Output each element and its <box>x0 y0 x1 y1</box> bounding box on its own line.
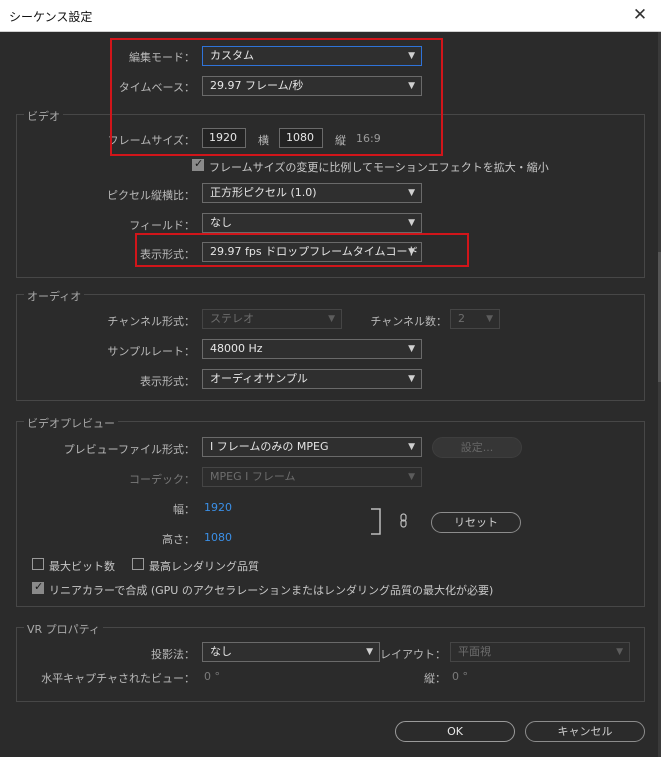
projection-select[interactable]: なし ▼ <box>202 642 380 662</box>
preview-file-format-select[interactable]: I フレームのみの MPEG ▼ <box>202 437 422 457</box>
projection-label: 投影法： <box>151 648 195 661</box>
linear-color-checkbox[interactable] <box>32 580 44 594</box>
codec-label: コーデック： <box>129 473 195 486</box>
chevron-down-icon: ▼ <box>408 188 415 198</box>
codec-select[interactable]: MPEG I フレーム ▼ <box>202 467 422 487</box>
fields-select[interactable]: なし ▼ <box>202 213 422 233</box>
sample-rate-select[interactable]: 48000 Hz ▼ <box>202 339 422 359</box>
channel-count-select[interactable]: 2 ▼ <box>450 309 500 329</box>
link-icon[interactable] <box>399 513 409 529</box>
max-bit-depth-checkbox[interactable] <box>32 558 44 570</box>
channel-count-label: チャンネル数： <box>370 315 447 328</box>
close-icon[interactable]: ✕ <box>629 4 651 26</box>
max-render-quality-checkbox[interactable] <box>132 558 144 570</box>
chevron-down-icon: ▼ <box>408 442 415 452</box>
chevron-down-icon: ▼ <box>408 344 415 354</box>
channel-count-value: 2 <box>458 312 465 325</box>
max-bit-depth-label: 最大ビット数 <box>49 560 115 573</box>
dialog-content: 編集モード： カスタム ▼ タイムベース： 29.97 フレーム/秒 ▼ ビデオ… <box>0 32 661 757</box>
audio-display-format-value: オーディオサンプル <box>210 372 308 385</box>
preview-file-format-label: プレビューファイル形式： <box>63 443 195 456</box>
reset-button[interactable]: リセット <box>431 512 521 533</box>
vr-properties-group <box>16 627 645 702</box>
settings-button[interactable]: 設定... <box>432 437 522 458</box>
layout-value: 平面視 <box>458 645 491 658</box>
chevron-down-icon: ▼ <box>328 314 335 324</box>
video-group-title: ビデオ <box>24 108 63 124</box>
vertical-capture-label: 縦： <box>424 672 446 685</box>
title-bar: シーケンス設定 ✕ <box>0 0 661 32</box>
pixel-aspect-label: ピクセル縦横比： <box>107 189 195 202</box>
fields-label: フィールド： <box>129 219 195 232</box>
codec-value: MPEG I フレーム <box>210 470 296 483</box>
vr-properties-group-title: VR プロパティ <box>24 621 104 637</box>
audio-group-title: オーディオ <box>24 288 85 304</box>
sample-rate-value: 48000 Hz <box>210 342 263 355</box>
linear-color-label: リニアカラーで合成 (GPU のアクセラレーションまたはレンダリング品質の最大化… <box>49 584 494 597</box>
preview-width-value[interactable]: 1920 <box>204 501 232 514</box>
ok-button[interactable]: OK <box>395 721 515 742</box>
max-render-quality-label: 最高レンダリング品質 <box>149 560 259 573</box>
preview-height-value[interactable]: 1080 <box>204 531 232 544</box>
horizontal-capture-value[interactable]: 0 ° <box>204 670 220 683</box>
channel-format-select[interactable]: ステレオ ▼ <box>202 309 342 329</box>
scale-motion-checkbox[interactable] <box>192 157 204 171</box>
bracket-icon <box>371 508 381 535</box>
preview-file-format-value: I フレームのみの MPEG <box>210 440 329 453</box>
chevron-down-icon: ▼ <box>408 218 415 228</box>
layout-select[interactable]: 平面視 ▼ <box>450 642 630 662</box>
channel-format-label: チャンネル形式： <box>107 315 195 328</box>
cancel-button[interactable]: キャンセル <box>525 721 645 742</box>
chevron-down-icon: ▼ <box>408 374 415 384</box>
preview-height-label: 高さ： <box>162 533 195 546</box>
highlight-box <box>110 38 443 156</box>
audio-display-format-select[interactable]: オーディオサンプル ▼ <box>202 369 422 389</box>
preview-width-label: 幅： <box>173 503 195 516</box>
layout-label: レイアウト： <box>380 648 446 661</box>
pixel-aspect-select[interactable]: 正方形ピクセル (1.0) ▼ <box>202 183 422 203</box>
channel-format-value: ステレオ <box>210 312 254 325</box>
vertical-capture-value[interactable]: 0 ° <box>452 670 468 683</box>
audio-display-format-label: 表示形式： <box>140 375 195 388</box>
sample-rate-label: サンプルレート： <box>107 345 195 358</box>
projection-value: なし <box>210 645 232 658</box>
highlight-box <box>135 233 469 267</box>
video-preview-group-title: ビデオプレビュー <box>24 415 118 431</box>
chevron-down-icon: ▼ <box>408 472 415 482</box>
fields-value: なし <box>210 216 232 229</box>
chevron-down-icon: ▼ <box>486 314 493 324</box>
chevron-down-icon: ▼ <box>616 647 623 657</box>
scale-motion-label: フレームサイズの変更に比例してモーションエフェクトを拡大・縮小 <box>209 161 549 174</box>
pixel-aspect-value: 正方形ピクセル (1.0) <box>210 186 317 199</box>
window-title: シーケンス設定 <box>9 10 93 24</box>
chevron-down-icon: ▼ <box>366 647 373 657</box>
horizontal-capture-label: 水平キャプチャされたビュー： <box>41 672 195 685</box>
